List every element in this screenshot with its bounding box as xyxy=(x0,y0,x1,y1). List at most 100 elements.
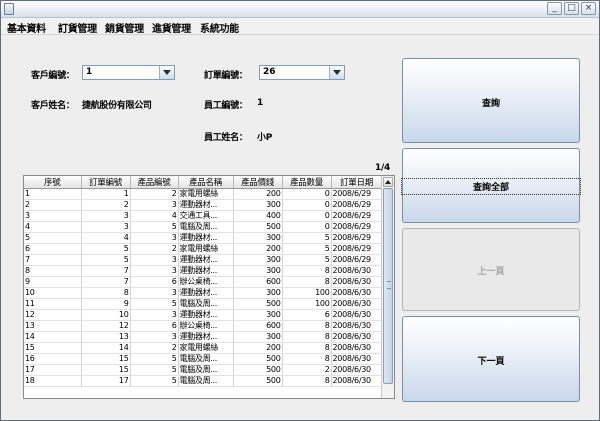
cell-quantity[interactable]: 8 xyxy=(282,320,332,332)
cell-product-id[interactable]: 3 xyxy=(130,287,179,299)
order-id-select[interactable]: 26 xyxy=(259,65,345,80)
cell-order-date[interactable]: 2008/6/29 xyxy=(331,199,383,211)
cell-quantity[interactable]: 0 xyxy=(282,188,332,200)
cell-serial[interactable]: 5 xyxy=(24,232,82,244)
cell-order-date[interactable]: 2008/6/29 xyxy=(331,188,383,200)
cell-price[interactable]: 300 xyxy=(233,232,283,244)
cell-serial[interactable]: 14 xyxy=(24,331,82,343)
cell-order-id[interactable]: 13 xyxy=(81,331,131,343)
cell-order-date[interactable]: 2008/6/29 xyxy=(331,254,383,266)
cell-order-id[interactable]: 7 xyxy=(81,265,131,277)
close-button[interactable]: × xyxy=(581,2,596,15)
cell-order-date[interactable]: 2008/6/30 xyxy=(331,320,383,332)
cell-order-date[interactable]: 2008/6/29 xyxy=(331,232,383,244)
cell-product-id[interactable]: 5 xyxy=(130,375,179,387)
table-row[interactable]: 17 15 5 電腦及周... 500 2 2008/6/30 xyxy=(24,364,383,376)
cell-price[interactable]: 500 xyxy=(233,375,283,387)
cell-quantity[interactable]: 100 xyxy=(282,287,332,299)
cell-product-name[interactable]: 電腦及周... xyxy=(178,364,234,376)
cell-price[interactable]: 500 xyxy=(233,298,283,310)
cell-product-name[interactable]: 辦公桌椅... xyxy=(178,320,234,332)
cell-order-id[interactable]: 17 xyxy=(81,375,131,387)
cell-order-date[interactable]: 2008/6/30 xyxy=(331,375,383,387)
cell-serial[interactable]: 1 xyxy=(24,188,82,200)
cell-order-id[interactable]: 8 xyxy=(81,287,131,299)
cell-quantity[interactable]: 100 xyxy=(282,298,332,310)
cell-quantity[interactable]: 2 xyxy=(282,364,332,376)
table-row[interactable]: 1 1 2 家電用螺絲 200 0 2008/6/29 xyxy=(24,188,383,200)
cell-price[interactable]: 300 xyxy=(233,331,283,343)
cell-order-date[interactable]: 2008/6/30 xyxy=(331,298,383,310)
column-header-product-name[interactable]: 產品名稱 xyxy=(178,176,234,189)
table-row[interactable]: 3 3 4 交通工具... 400 0 2008/6/29 xyxy=(24,210,383,222)
cell-product-id[interactable]: 4 xyxy=(130,210,179,222)
menu-purchase-management[interactable]: 進貨管理 xyxy=(152,20,191,35)
cell-product-id[interactable]: 2 xyxy=(130,243,179,255)
cell-order-id[interactable]: 14 xyxy=(81,342,131,354)
scroll-up-arrow-icon[interactable] xyxy=(383,177,393,187)
cell-order-date[interactable]: 2008/6/30 xyxy=(331,364,383,376)
cell-serial[interactable]: 7 xyxy=(24,254,82,266)
cell-serial[interactable]: 13 xyxy=(24,320,82,332)
cell-quantity[interactable]: 0 xyxy=(282,210,332,222)
cell-order-id[interactable]: 3 xyxy=(81,221,131,233)
cell-product-id[interactable]: 6 xyxy=(130,320,179,332)
cell-quantity[interactable]: 8 xyxy=(282,276,332,288)
table-row[interactable]: 9 7 6 辦公桌椅... 600 8 2008/6/30 xyxy=(24,276,383,288)
cell-price[interactable]: 200 xyxy=(233,243,283,255)
cell-order-id[interactable]: 5 xyxy=(81,243,131,255)
cell-order-date[interactable]: 2008/6/29 xyxy=(331,221,383,233)
maximize-button[interactable]: □ xyxy=(564,2,579,15)
cell-price[interactable]: 300 xyxy=(233,199,283,211)
cell-serial[interactable]: 8 xyxy=(24,265,82,277)
cell-product-id[interactable]: 5 xyxy=(130,298,179,310)
cell-serial[interactable]: 3 xyxy=(24,210,82,222)
cell-order-date[interactable]: 2008/6/30 xyxy=(331,331,383,343)
cell-product-name[interactable]: 電腦及周... xyxy=(178,375,234,387)
cell-product-name[interactable]: 運動器材... xyxy=(178,265,234,277)
table-row[interactable]: 2 2 3 運動器材... 300 0 2008/6/29 xyxy=(24,199,383,211)
table-row[interactable]: 11 9 5 電腦及周... 500 100 2008/6/30 xyxy=(24,298,383,310)
cell-price[interactable]: 200 xyxy=(233,188,283,200)
table-row[interactable]: 7 5 3 運動器材... 300 5 2008/6/29 xyxy=(24,254,383,266)
table-row[interactable]: 15 14 2 家電用螺絲 200 8 2008/6/30 xyxy=(24,342,383,354)
cell-order-date[interactable]: 2008/6/30 xyxy=(331,287,383,299)
cell-product-name[interactable]: 電腦及周... xyxy=(178,353,234,365)
customer-id-select[interactable]: 1 xyxy=(82,65,175,80)
cell-order-id[interactable]: 5 xyxy=(81,254,131,266)
table-row[interactable]: 10 8 3 運動器材... 300 100 2008/6/30 xyxy=(24,287,383,299)
cell-product-name[interactable]: 運動器材... xyxy=(178,232,234,244)
cell-quantity[interactable]: 8 xyxy=(282,353,332,365)
cell-order-date[interactable]: 2008/6/29 xyxy=(331,243,383,255)
cell-quantity[interactable]: 0 xyxy=(282,221,332,233)
cell-serial[interactable]: 4 xyxy=(24,221,82,233)
cell-price[interactable]: 300 xyxy=(233,265,283,277)
cell-product-id[interactable]: 2 xyxy=(130,188,179,200)
cell-price[interactable]: 600 xyxy=(233,320,283,332)
cell-order-date[interactable]: 2008/6/30 xyxy=(331,265,383,277)
cell-product-name[interactable]: 交通工具... xyxy=(178,210,234,222)
cell-order-id[interactable]: 9 xyxy=(81,298,131,310)
cell-product-name[interactable]: 運動器材... xyxy=(178,309,234,321)
column-header-order-id[interactable]: 訂單編號 xyxy=(81,176,131,189)
cell-product-id[interactable]: 3 xyxy=(130,265,179,277)
table-scrollbar[interactable] xyxy=(381,176,394,398)
table-row[interactable]: 14 13 3 運動器材... 300 8 2008/6/30 xyxy=(24,331,383,343)
cell-order-id[interactable]: 4 xyxy=(81,232,131,244)
column-header-serial[interactable]: 序號 xyxy=(24,176,82,189)
cell-product-id[interactable]: 3 xyxy=(130,309,179,321)
cell-product-name[interactable]: 家電用螺絲 xyxy=(178,188,234,200)
cell-order-date[interactable]: 2008/6/30 xyxy=(331,353,383,365)
cell-product-name[interactable]: 家電用螺絲 xyxy=(178,342,234,354)
menu-system-functions[interactable]: 系統功能 xyxy=(200,20,239,35)
table-row[interactable]: 6 5 2 家電用螺絲 200 5 2008/6/29 xyxy=(24,243,383,255)
cell-product-name[interactable]: 運動器材... xyxy=(178,199,234,211)
cell-price[interactable]: 300 xyxy=(233,287,283,299)
cell-quantity[interactable]: 8 xyxy=(282,375,332,387)
cell-product-id[interactable]: 2 xyxy=(130,342,179,354)
cell-serial[interactable]: 12 xyxy=(24,309,82,321)
chevron-down-icon[interactable] xyxy=(159,66,174,79)
cell-serial[interactable]: 15 xyxy=(24,342,82,354)
cell-serial[interactable]: 2 xyxy=(24,199,82,211)
cell-price[interactable]: 500 xyxy=(233,221,283,233)
